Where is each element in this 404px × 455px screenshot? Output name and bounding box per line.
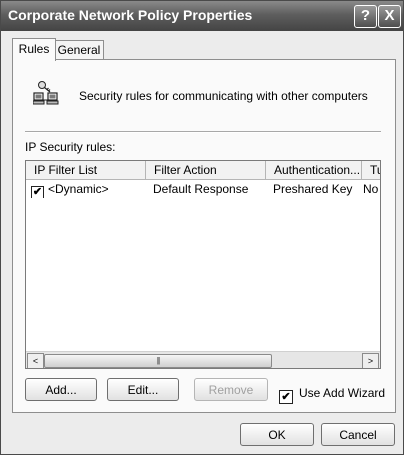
- properties-dialog: Corporate Network Policy Properties ? X …: [0, 0, 404, 455]
- cancel-button[interactable]: Cancel: [321, 423, 395, 446]
- use-add-wizard-label: Use Add Wizard: [299, 386, 386, 400]
- column-header-filter-action[interactable]: Filter Action: [146, 161, 266, 179]
- cell-ip-filter-list: ✔ <Dynamic>: [31, 181, 146, 198]
- scroll-left-arrow[interactable]: <: [27, 353, 44, 368]
- header-description: Security rules for communicating with ot…: [79, 89, 368, 103]
- rules-panel: Security rules for communicating with ot…: [12, 59, 396, 413]
- help-button[interactable]: ?: [354, 5, 377, 28]
- window-title: Corporate Network Policy Properties: [8, 7, 253, 23]
- use-add-wizard-option[interactable]: ✔ Use Add Wizard: [279, 386, 385, 404]
- ip-security-rules-list[interactable]: IP Filter List Filter Action Authenticat…: [25, 160, 381, 369]
- tab-rules[interactable]: Rules: [12, 38, 56, 61]
- divider: [25, 131, 381, 133]
- add-button[interactable]: Add...: [25, 378, 97, 401]
- table-row[interactable]: ✔ <Dynamic> Default Response Preshared Ke…: [26, 181, 380, 198]
- ip-security-rules-label: IP Security rules:: [25, 140, 116, 154]
- title-bar[interactable]: Corporate Network Policy Properties ? X: [1, 1, 403, 31]
- remove-button[interactable]: Remove: [194, 378, 268, 401]
- rule-enabled-checkbox[interactable]: ✔: [31, 186, 44, 198]
- scrollbar-thumb[interactable]: |||: [44, 354, 272, 368]
- cell-tunnel: No: [363, 182, 379, 196]
- ip-filter-list-value: <Dynamic>: [48, 182, 109, 196]
- tab-general[interactable]: General: [54, 40, 104, 60]
- column-header-ip-filter-list[interactable]: IP Filter List: [26, 161, 146, 179]
- cell-authentication: Preshared Key: [273, 182, 353, 196]
- list-header-row: IP Filter List Filter Action Authenticat…: [26, 161, 380, 180]
- cell-filter-action: Default Response: [153, 182, 249, 196]
- column-header-tunnel[interactable]: Tu: [362, 161, 380, 179]
- ok-button[interactable]: OK: [240, 423, 314, 446]
- horizontal-scrollbar[interactable]: < ||| >: [26, 351, 380, 368]
- edit-button[interactable]: Edit...: [107, 378, 179, 401]
- network-computers-icon: [33, 81, 59, 105]
- close-button[interactable]: X: [378, 5, 401, 28]
- column-header-authentication[interactable]: Authentication...: [266, 161, 362, 179]
- use-add-wizard-checkbox[interactable]: ✔: [279, 390, 293, 404]
- scroll-right-arrow[interactable]: >: [362, 353, 379, 368]
